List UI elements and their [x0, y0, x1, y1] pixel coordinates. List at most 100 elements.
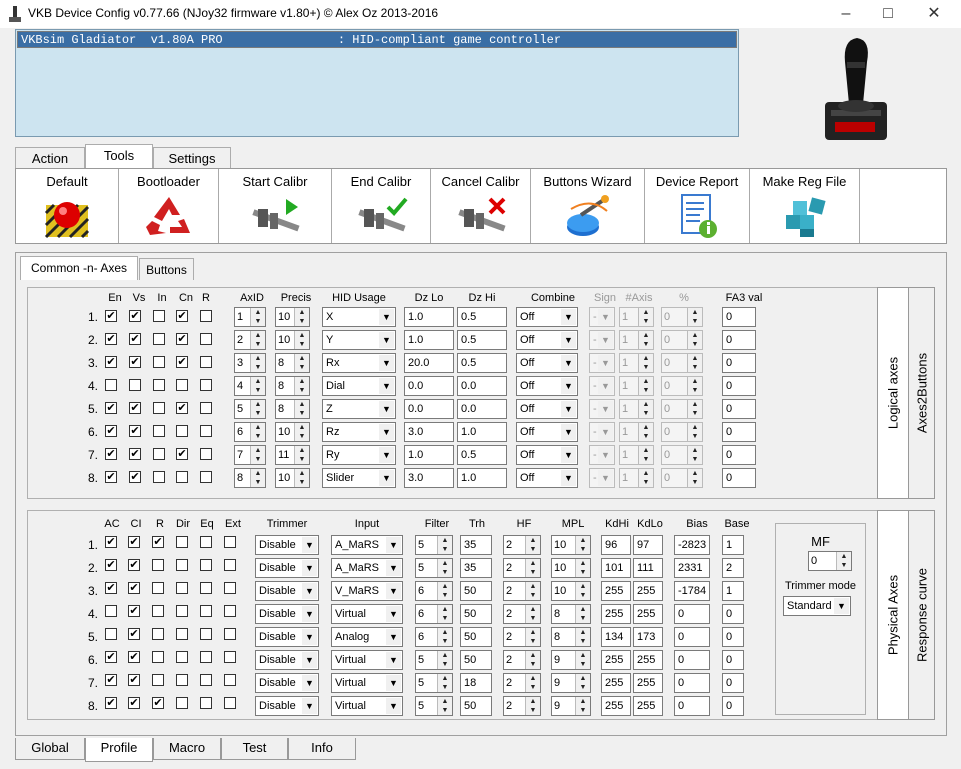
- vs-checkbox[interactable]: ✔: [129, 471, 141, 483]
- buttons-wizard-button[interactable]: Buttons Wizard: [531, 169, 645, 243]
- r-checkbox[interactable]: [200, 333, 212, 345]
- base-field[interactable]: 0: [722, 650, 744, 670]
- vs-checkbox[interactable]: ✔: [129, 448, 141, 460]
- percent-spinner[interactable]: 0 ▲ ▼: [661, 330, 703, 350]
- hid-usage-select[interactable]: Slider ▼: [322, 468, 396, 488]
- ac-checkbox[interactable]: [105, 605, 117, 617]
- trimmer-select[interactable]: Disable ▼: [255, 696, 319, 716]
- percent-spinner[interactable]: 0 ▲ ▼: [661, 468, 703, 488]
- r-checkbox[interactable]: ✔: [152, 536, 164, 548]
- dir-checkbox[interactable]: [176, 651, 188, 663]
- fa3-value-field[interactable]: 0: [722, 422, 756, 442]
- make-reg-file-button[interactable]: Make Reg File: [750, 169, 860, 243]
- eq-checkbox[interactable]: [200, 536, 212, 548]
- bias-field[interactable]: 0: [674, 696, 710, 716]
- filter-spinner[interactable]: 6 ▲ ▼: [415, 627, 453, 647]
- eq-checkbox[interactable]: [200, 582, 212, 594]
- percent-spinner[interactable]: 0 ▲ ▼: [661, 422, 703, 442]
- in-checkbox[interactable]: [153, 471, 165, 483]
- cn-checkbox[interactable]: ✔: [176, 356, 188, 368]
- ci-checkbox[interactable]: ✔: [128, 697, 140, 709]
- fa3-value-field[interactable]: 0: [722, 353, 756, 373]
- ac-checkbox[interactable]: ✔: [105, 559, 117, 571]
- combine-select[interactable]: Off ▼: [516, 353, 578, 373]
- naxis-spinner[interactable]: 1 ▲ ▼: [619, 376, 654, 396]
- vs-checkbox[interactable]: ✔: [129, 356, 141, 368]
- in-checkbox[interactable]: [153, 333, 165, 345]
- ext-checkbox[interactable]: [224, 651, 236, 663]
- dir-checkbox[interactable]: [176, 674, 188, 686]
- en-checkbox[interactable]: ✔: [105, 333, 117, 345]
- minimize-button[interactable]: –: [823, 0, 869, 28]
- percent-spinner[interactable]: 0 ▲ ▼: [661, 307, 703, 327]
- r-checkbox[interactable]: [152, 582, 164, 594]
- dz-lo-field[interactable]: 3.0: [404, 468, 454, 488]
- dz-lo-field[interactable]: 1.0: [404, 445, 454, 465]
- tab-info[interactable]: Info: [288, 738, 356, 760]
- kdhi-field[interactable]: 255: [601, 673, 631, 693]
- hid-usage-select[interactable]: Rz ▼: [322, 422, 396, 442]
- base-field[interactable]: 1: [722, 581, 744, 601]
- r-checkbox[interactable]: [152, 559, 164, 571]
- ci-checkbox[interactable]: ✔: [128, 628, 140, 640]
- dz-hi-field[interactable]: 0.5: [457, 445, 507, 465]
- in-checkbox[interactable]: [153, 425, 165, 437]
- trimmer-select[interactable]: Disable ▼: [255, 673, 319, 693]
- combine-select[interactable]: Off ▼: [516, 468, 578, 488]
- axid-spinner[interactable]: 4 ▲ ▼: [234, 376, 266, 396]
- vs-checkbox[interactable]: ✔: [129, 425, 141, 437]
- mpl-spinner[interactable]: 10 ▲ ▼: [551, 535, 591, 555]
- base-field[interactable]: 0: [722, 604, 744, 624]
- kdlo-field[interactable]: 97: [633, 535, 663, 555]
- r-checkbox[interactable]: [152, 605, 164, 617]
- hf-spinner[interactable]: 2 ▲ ▼: [503, 696, 541, 716]
- ext-checkbox[interactable]: [224, 628, 236, 640]
- dir-checkbox[interactable]: [176, 582, 188, 594]
- trh-field[interactable]: 35: [460, 558, 492, 578]
- bias-field[interactable]: 2331: [674, 558, 710, 578]
- eq-checkbox[interactable]: [200, 605, 212, 617]
- mpl-spinner[interactable]: 8 ▲ ▼: [551, 627, 591, 647]
- dz-hi-field[interactable]: 0.0: [457, 376, 507, 396]
- kdlo-field[interactable]: 255: [633, 673, 663, 693]
- base-field[interactable]: 0: [722, 673, 744, 693]
- trh-field[interactable]: 35: [460, 535, 492, 555]
- precis-spinner[interactable]: 10 ▲ ▼: [275, 307, 310, 327]
- sign-select[interactable]: - ▼: [589, 353, 615, 373]
- en-checkbox[interactable]: ✔: [105, 356, 117, 368]
- device-report-button[interactable]: Device Report: [645, 169, 750, 243]
- base-field[interactable]: 1: [722, 535, 744, 555]
- hid-usage-select[interactable]: Y ▼: [322, 330, 396, 350]
- dz-hi-field[interactable]: 0.0: [457, 399, 507, 419]
- fa3-value-field[interactable]: 0: [722, 376, 756, 396]
- percent-spinner[interactable]: 0 ▲ ▼: [661, 399, 703, 419]
- in-checkbox[interactable]: [153, 356, 165, 368]
- dz-lo-field[interactable]: 20.0: [404, 353, 454, 373]
- trh-field[interactable]: 50: [460, 696, 492, 716]
- kdhi-field[interactable]: 255: [601, 696, 631, 716]
- fa3-value-field[interactable]: 0: [722, 468, 756, 488]
- eq-checkbox[interactable]: [200, 559, 212, 571]
- trimmer-select[interactable]: Disable ▼: [255, 627, 319, 647]
- sign-select[interactable]: - ▼: [589, 330, 615, 350]
- vs-checkbox[interactable]: ✔: [129, 310, 141, 322]
- eq-checkbox[interactable]: [200, 674, 212, 686]
- base-field[interactable]: 0: [722, 696, 744, 716]
- sign-select[interactable]: - ▼: [589, 376, 615, 396]
- hf-spinner[interactable]: 2 ▲ ▼: [503, 673, 541, 693]
- maximize-button[interactable]: □: [865, 0, 911, 28]
- cn-checkbox[interactable]: [176, 379, 188, 391]
- kdlo-field[interactable]: 111: [633, 558, 663, 578]
- start-calibr-button[interactable]: Start Calibr: [219, 169, 332, 243]
- filter-spinner[interactable]: 5 ▲ ▼: [415, 696, 453, 716]
- filter-spinner[interactable]: 6 ▲ ▼: [415, 604, 453, 624]
- bias-field[interactable]: 0: [674, 604, 710, 624]
- ac-checkbox[interactable]: ✔: [105, 651, 117, 663]
- trimmer-select[interactable]: Disable ▼: [255, 535, 319, 555]
- axid-spinner[interactable]: 1 ▲ ▼: [234, 307, 266, 327]
- default-button[interactable]: Default: [16, 169, 119, 243]
- in-checkbox[interactable]: [153, 402, 165, 414]
- sign-select[interactable]: - ▼: [589, 307, 615, 327]
- tab-action[interactable]: Action: [15, 147, 85, 169]
- kdhi-field[interactable]: 96: [601, 535, 631, 555]
